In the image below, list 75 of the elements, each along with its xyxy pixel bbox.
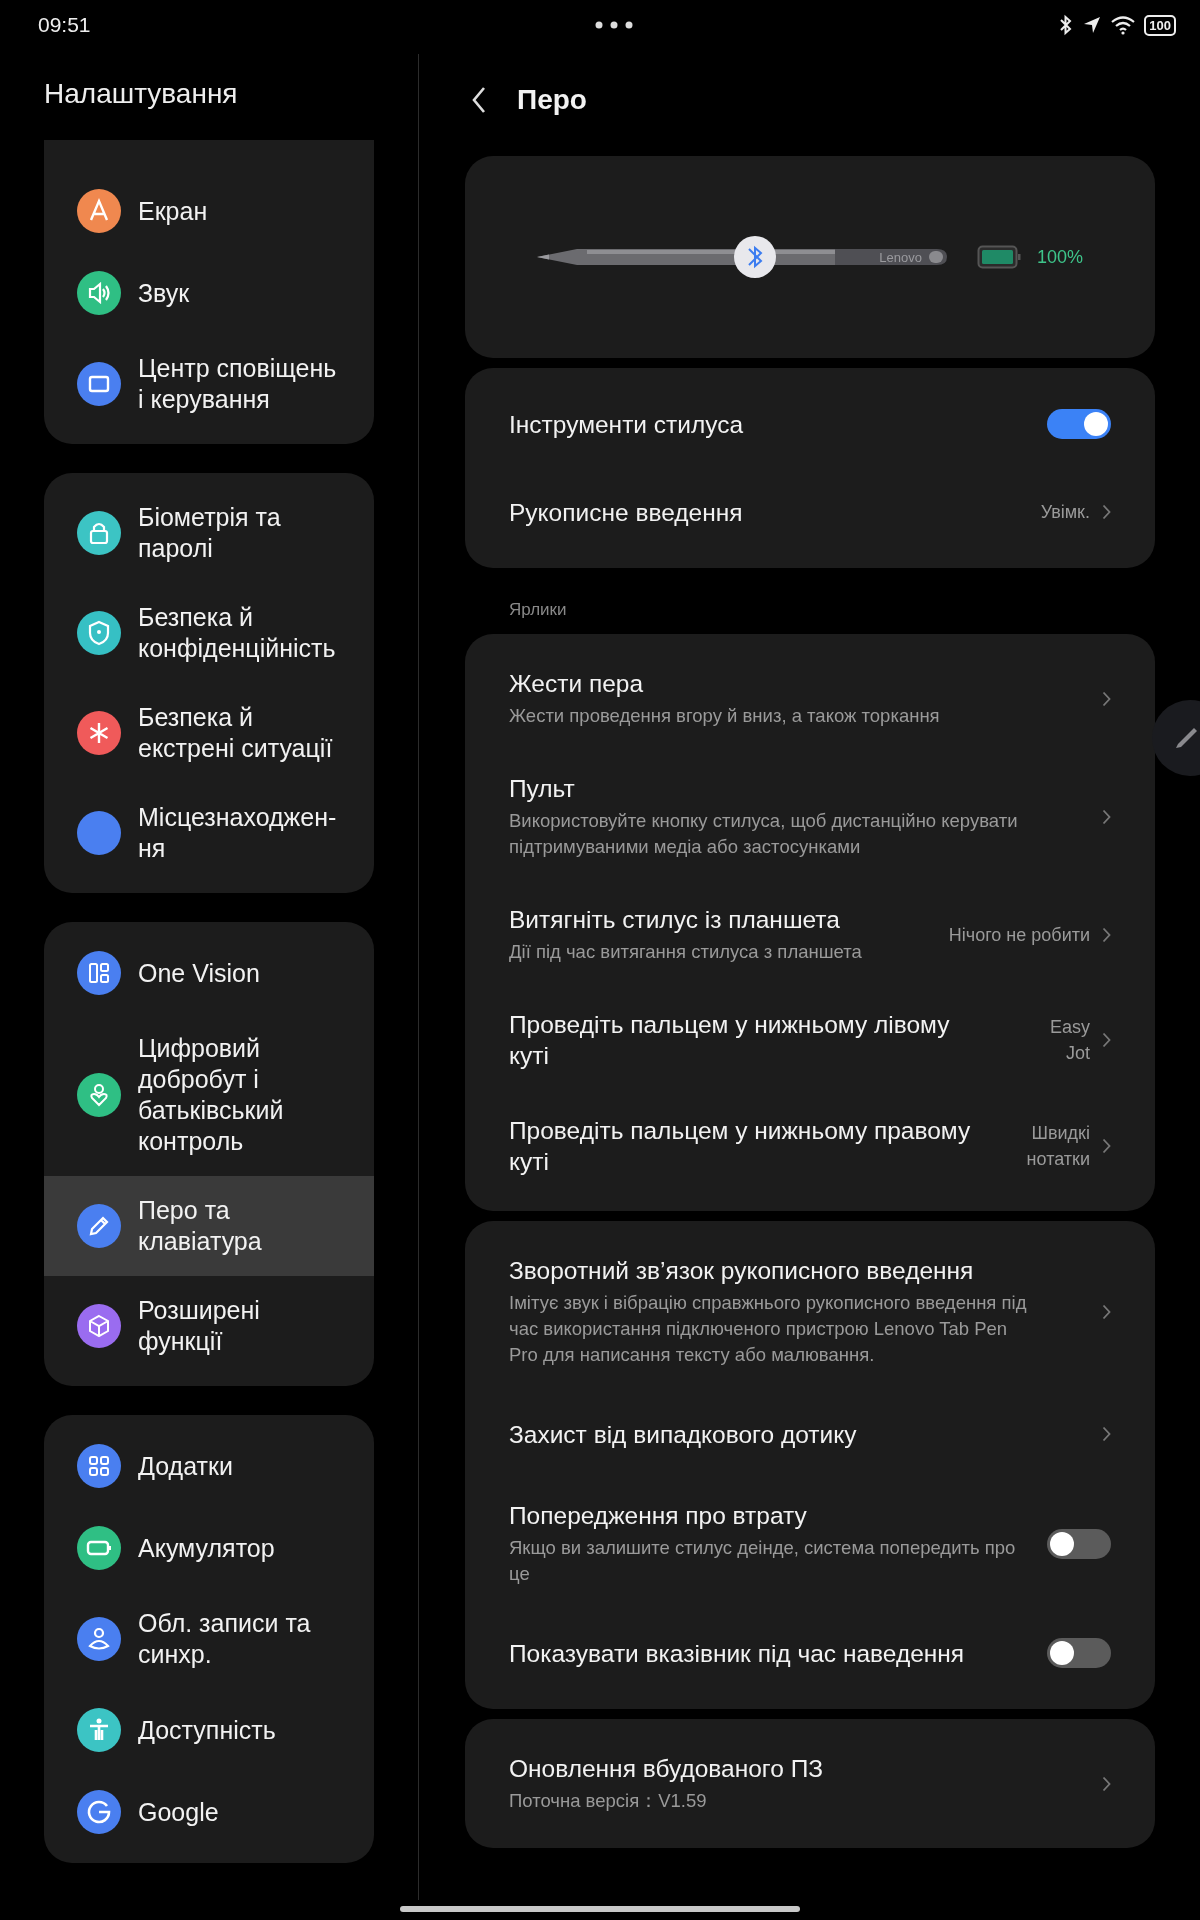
sidebar-item[interactable]: Біометрія та паролі bbox=[44, 483, 374, 583]
sidebar-item[interactable]: Цифровий добробут і батьківський контроль bbox=[44, 1014, 374, 1176]
settings-title: Налаштування bbox=[44, 77, 239, 111]
row-title: Показувати вказівник під час наведення bbox=[509, 1638, 966, 1669]
sidebar-item[interactable]: Обл. записи та синхр. bbox=[44, 1589, 374, 1689]
sidebar-item[interactable]: Google bbox=[44, 1771, 374, 1853]
chevron-icon bbox=[1102, 926, 1111, 943]
sidebar-item[interactable]: Розширені функції bbox=[44, 1276, 374, 1376]
row-title: Захист від випадкового дотику bbox=[509, 1419, 858, 1450]
row-title: Інструменти стилуса bbox=[509, 409, 745, 440]
sidebar-item[interactable]: Екран bbox=[44, 170, 374, 252]
wifi-icon bbox=[1110, 15, 1137, 35]
chevron-icon bbox=[1102, 1426, 1111, 1442]
toggle-row[interactable]: Інструменти стилуса bbox=[465, 380, 1155, 468]
row-title: Оновлення вбудованого ПЗ bbox=[509, 1754, 825, 1784]
sidebar-item[interactable]: Перо та клавіатура bbox=[44, 1176, 374, 1276]
more-dots-icon bbox=[594, 21, 635, 29]
sidebar-item[interactable]: Безпека й конфіденційність bbox=[44, 583, 374, 683]
sidebar-item[interactable]: Центр сповіщень і керування bbox=[44, 334, 374, 434]
row-subtitle: Використовуйте кнопку стилуса, щоб дистанційно керувати підтримуваними медіа або застосунками bbox=[509, 809, 1019, 859]
row-subtitle: Жести проведення вгору й вниз, а також торкання bbox=[509, 704, 941, 728]
chevron-icon bbox=[1102, 690, 1111, 707]
sidebar-item[interactable]: One Vision bbox=[44, 932, 374, 1014]
row-subtitle: Поточна версія：V1.59 bbox=[509, 1789, 708, 1813]
sidebar-item[interactable]: Додатки bbox=[44, 1425, 374, 1507]
settings-row[interactable]: Оновлення вбудованого ПЗ Поточна версія：V1.59 bbox=[465, 1731, 1155, 1836]
row-title: Проведіть пальцем у нижньому лівому куті bbox=[509, 1010, 951, 1071]
row-title: Проведіть пальцем у нижньому правому куті bbox=[509, 1116, 972, 1177]
row-title: Пульт bbox=[509, 774, 576, 804]
row-value: Easy Jot bbox=[1048, 1016, 1090, 1065]
location-icon bbox=[1082, 15, 1103, 35]
toggle-row[interactable]: Попередження про втрату Якщо ви залишите стилус деінде, система попередить про це bbox=[465, 1478, 1155, 1609]
chevron-icon bbox=[1102, 504, 1111, 520]
toggle-switch[interactable] bbox=[1047, 409, 1111, 439]
chevron-icon bbox=[1102, 808, 1111, 825]
toggle-switch[interactable] bbox=[1047, 1638, 1111, 1668]
settings-row[interactable]: Захист від випадкового дотику bbox=[465, 1390, 1155, 1478]
row-title: Жести пера bbox=[509, 669, 645, 699]
row-title: Витягніть стилус із планшета bbox=[509, 905, 841, 935]
settings-row[interactable]: Проведіть пальцем у нижньому правому куті Швидкі нотатки bbox=[465, 1093, 1155, 1199]
toggle-row[interactable]: Показувати вказівник під час наведення bbox=[465, 1609, 1155, 1697]
battery-icon bbox=[977, 245, 1021, 269]
chevron-icon bbox=[1102, 1032, 1111, 1048]
sidebar-item[interactable]: Доступність bbox=[44, 1689, 374, 1771]
row-title: Попередження про втрату bbox=[509, 1501, 808, 1531]
row-value: Нічого не робити bbox=[948, 923, 1090, 947]
section-header: Ярлики bbox=[508, 599, 568, 621]
settings-row[interactable]: Проведіть пальцем у нижньому лівому куті Easy Jot bbox=[465, 987, 1155, 1093]
sidebar-item[interactable]: Акумулятор bbox=[44, 1507, 374, 1589]
chevron-icon bbox=[1102, 1303, 1111, 1320]
row-subtitle: Імітує звук і вібрацію справжнього рукописного введення під час використання підключеного пристрою Lenovo Tab Pen Pro для написання тексту або малювання. bbox=[509, 1291, 1028, 1367]
battery-indicator: 100 bbox=[1144, 14, 1176, 36]
row-value: Увімк. bbox=[1040, 501, 1090, 524]
row-value: Швидкі нотатки bbox=[1025, 1122, 1090, 1171]
page-title: Перо bbox=[517, 84, 587, 116]
row-subtitle: Дії під час витягання стилуса з планшета bbox=[509, 940, 863, 964]
settings-row[interactable]: Пульт Використовуйте кнопку стилуса, щоб дистанційно керувати підтримуваними медіа або застосунками bbox=[465, 751, 1155, 882]
sidebar-item[interactable]: Безпека й екстрені ситуації bbox=[44, 683, 374, 783]
settings-row[interactable]: Рукописне введення Увімк. bbox=[465, 468, 1155, 556]
settings-row[interactable]: Жести пера Жести проведення вгору й вниз, а також торкання bbox=[465, 646, 1155, 751]
row-subtitle: Якщо ви залишите стилус деінде, система попередить про це bbox=[509, 1536, 1017, 1586]
settings-row[interactable]: Зворотний зв’язок рукописного введення Імітує звук і вібрацію справжнього рукописного введення під час використання підключеного пристрою Lenovo Tab Pen Pro для написання тексту або малювання. bbox=[465, 1233, 1155, 1390]
row-title: Зворотний зв’язок рукописного введення bbox=[509, 1256, 975, 1286]
chevron-icon bbox=[1102, 1775, 1111, 1792]
settings-row[interactable]: Витягніть стилус із планшета Дії під час витягання стилуса з планшета Нічого не робити bbox=[465, 882, 1155, 987]
floating-pen-button[interactable] bbox=[1152, 700, 1200, 776]
chevron-icon bbox=[1102, 1138, 1111, 1154]
stylus-drawing: Lenovo bbox=[537, 226, 949, 288]
toggle-switch[interactable] bbox=[1047, 1528, 1111, 1559]
battery-percent: 100% bbox=[1037, 246, 1084, 268]
sidebar-item[interactable]: Звук bbox=[44, 252, 374, 334]
status-time: 09:51 bbox=[38, 13, 91, 37]
sidebar-item[interactable]: Місцезнаходжен-ня bbox=[44, 783, 374, 883]
back-icon[interactable] bbox=[471, 86, 487, 114]
row-title: Рукописне введення bbox=[509, 497, 744, 528]
